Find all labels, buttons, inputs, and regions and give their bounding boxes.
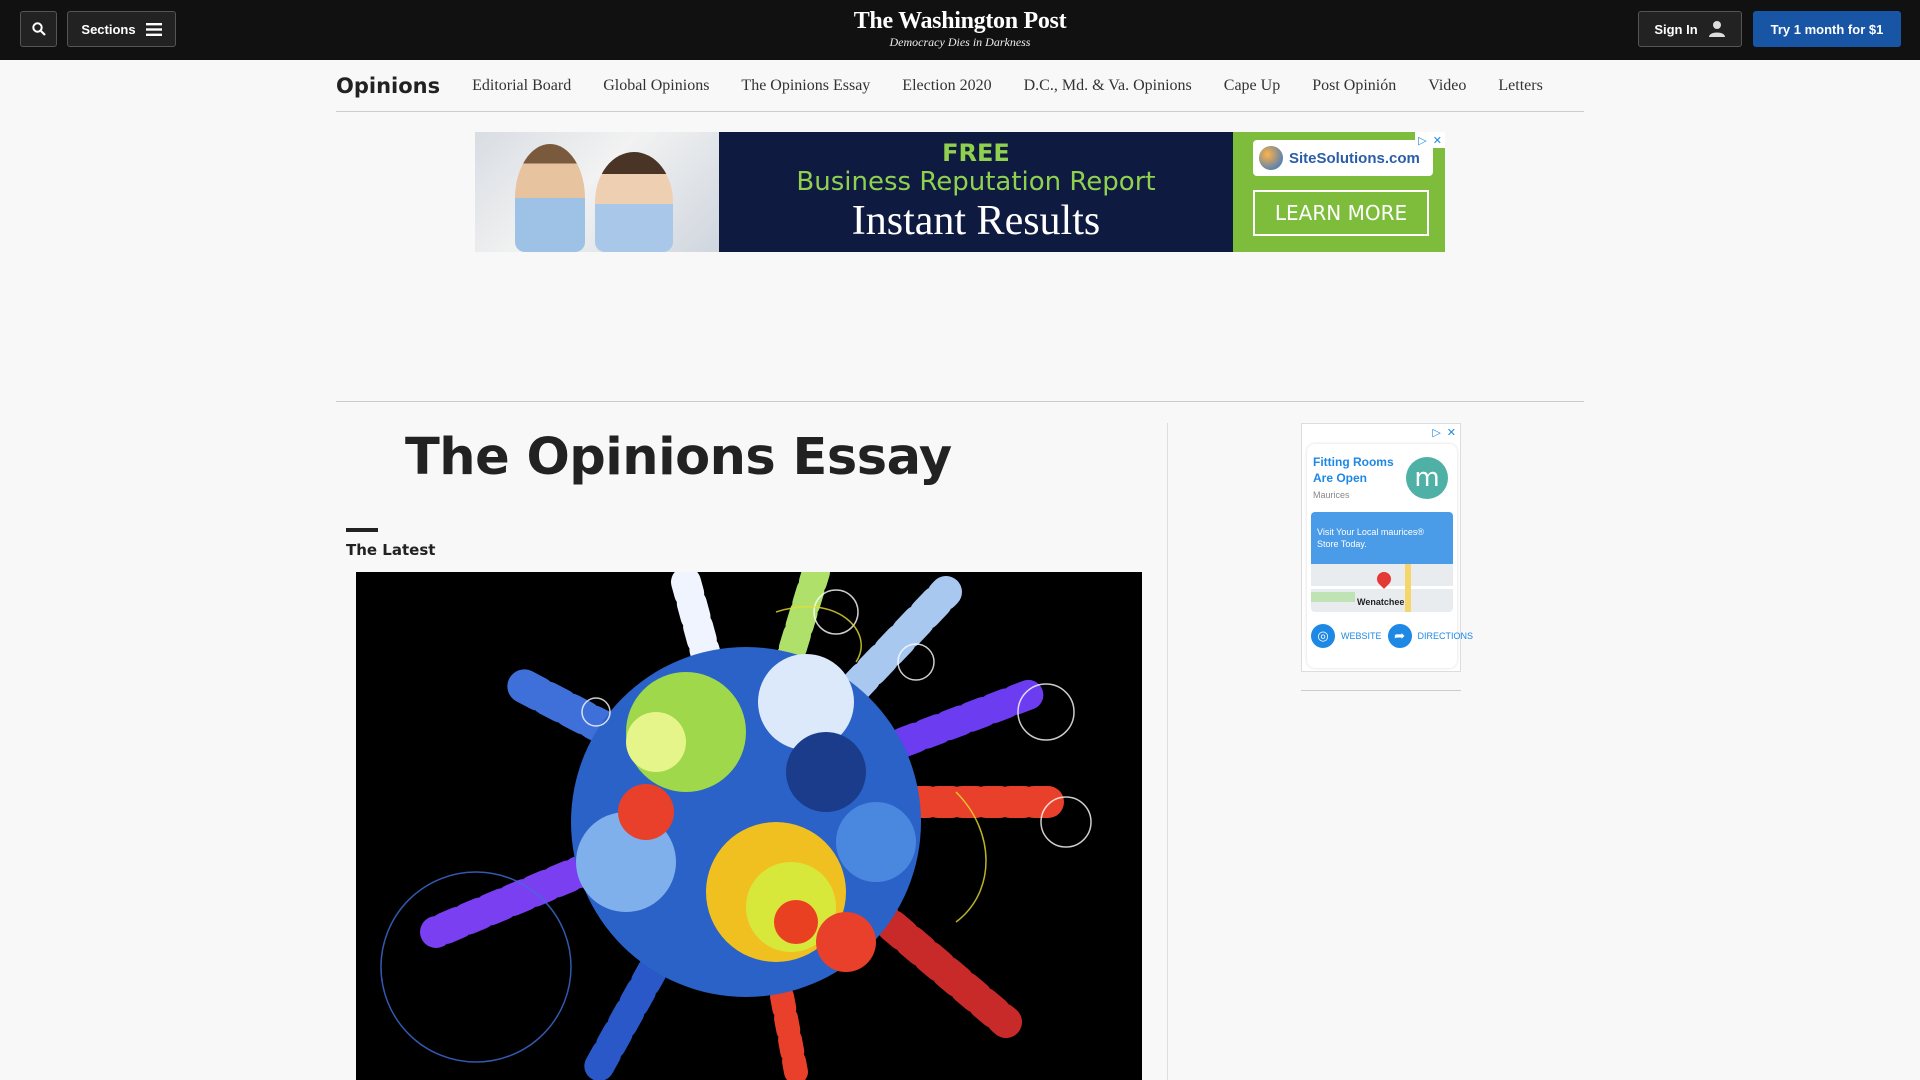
banner-ad[interactable]: FREE Business Reputation Report Instant … [475, 132, 1445, 252]
site-logo[interactable]: The Washington Post Democracy Dies in Da… [810, 8, 1110, 50]
maurices-logo: m [1406, 457, 1448, 499]
map-city-label: Wenatchee [1357, 597, 1405, 607]
sign-in-button[interactable]: Sign In [1638, 11, 1742, 47]
side-ad-actions: ◎ WEBSITE ➦ DIRECTIONS [1311, 624, 1473, 648]
side-ad-map[interactable]: Wenatchee [1311, 564, 1453, 612]
ad-headline-free: FREE [942, 139, 1010, 167]
ad-choices-icon[interactable]: ▷ [1418, 134, 1426, 147]
subnav-item-editorial-board[interactable]: Editorial Board [472, 77, 571, 95]
ad-brand-box: SiteSolutions.com [1253, 140, 1433, 176]
subnav-title[interactable]: Opinions [336, 74, 440, 98]
top-header: Sections The Washington Post Democracy D… [0, 0, 1920, 60]
ad-cta-panel: SiteSolutions.com LEARN MORE ▷ ✕ [1233, 132, 1445, 252]
user-icon [1708, 21, 1725, 37]
logo-tagline: Democracy Dies in Darkness [889, 35, 1031, 49]
ad-headline-report: Business Reputation Report [796, 167, 1156, 197]
virus-globe-illustration [356, 572, 1142, 1080]
globe-icon[interactable]: ◎ [1311, 624, 1335, 648]
website-link[interactable]: WEBSITE [1341, 631, 1382, 641]
side-ad-title[interactable]: Fitting Rooms Are Open [1313, 454, 1403, 486]
sidebar-ad[interactable]: ▷ ✕ Fitting Rooms Are Open Maurices m Vi… [1301, 423, 1473, 672]
hero-illustration[interactable] [356, 572, 1142, 1080]
directions-icon[interactable]: ➦ [1387, 624, 1412, 648]
subnav-item-election-2020[interactable]: Election 2020 [902, 77, 991, 95]
subnav-item-opinions-essay[interactable]: The Opinions Essay [741, 77, 870, 95]
latest-accent-bar [346, 528, 378, 532]
column-divider [1167, 423, 1168, 1080]
sidebar-divider [1301, 690, 1461, 691]
side-ad-body: Visit Your Local maurices® Store Today. [1311, 512, 1453, 564]
ad-brand-name: SiteSolutions.com [1289, 149, 1420, 167]
ad-choices-close[interactable]: ▷ ✕ [1415, 132, 1445, 148]
close-icon[interactable]: ✕ [1447, 426, 1456, 439]
page-title: The Opinions Essay [405, 428, 952, 487]
section-divider [336, 401, 1584, 402]
sections-button[interactable]: Sections [67, 11, 176, 47]
side-ad-card: Fitting Rooms Are Open Maurices m Visit … [1307, 444, 1473, 668]
sign-in-label: Sign In [1654, 21, 1698, 37]
subnav-item-cape-up[interactable]: Cape Up [1224, 77, 1280, 95]
ad-learn-more-button[interactable]: LEARN MORE [1253, 190, 1429, 236]
close-icon[interactable]: ✕ [1433, 134, 1442, 147]
directions-link[interactable]: DIRECTIONS [1418, 631, 1474, 641]
subnav-item-video[interactable]: Video [1428, 77, 1466, 95]
latest-section-label: The Latest [346, 541, 436, 559]
ad-copy: FREE Business Reputation Report Instant … [719, 132, 1233, 252]
logo-name: The Washington Post [853, 8, 1067, 34]
ad-choices-icon[interactable]: ▷ [1432, 426, 1440, 439]
side-ad-controls[interactable]: ▷ ✕ [1432, 426, 1456, 439]
opinions-subnav: Opinions Editorial Board Global Opinions… [336, 60, 1584, 112]
subnav-item-letters[interactable]: Letters [1498, 77, 1542, 95]
globe-icon [1259, 146, 1283, 170]
ad-headline-results: Instant Results [851, 198, 1101, 244]
search-icon [31, 22, 46, 36]
subnav-item-dc-md-va[interactable]: D.C., Md. & Va. Opinions [1024, 77, 1192, 95]
subnav-item-global-opinions[interactable]: Global Opinions [603, 77, 709, 95]
ad-photo [475, 132, 719, 252]
sections-label: Sections [81, 21, 136, 37]
subnav-item-post-opinion[interactable]: Post Opinión [1312, 77, 1396, 95]
search-button[interactable] [20, 11, 57, 47]
hamburger-menu-icon [145, 22, 162, 36]
side-ad-brand: Maurices [1313, 490, 1350, 500]
subscribe-button[interactable]: Try 1 month for $1 [1753, 11, 1901, 47]
